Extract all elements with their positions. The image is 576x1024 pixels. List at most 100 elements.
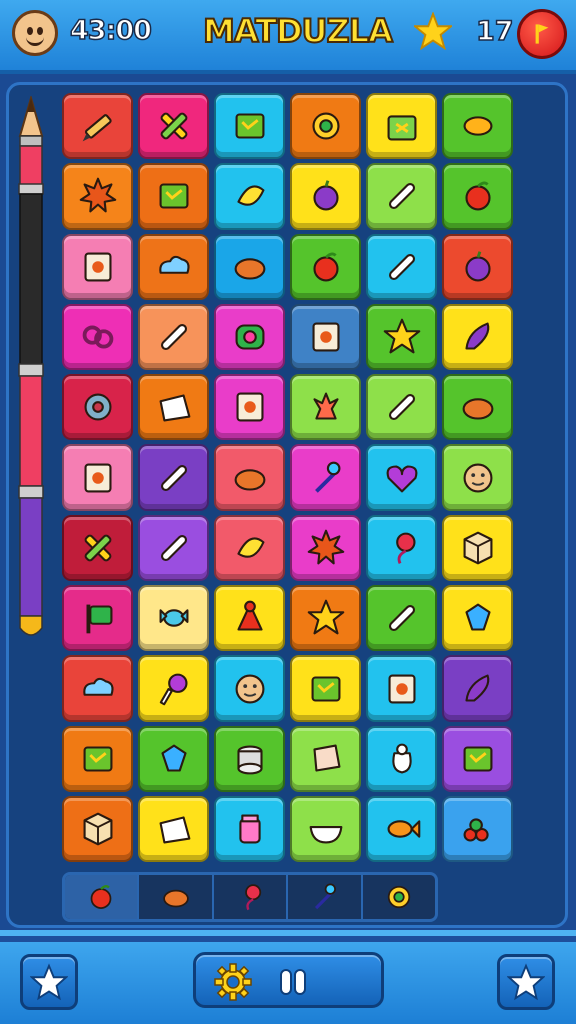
pencil-gauge-icon [18, 96, 44, 636]
tile[interactable] [62, 93, 133, 160]
flag-button[interactable] [517, 9, 567, 59]
tile[interactable] [138, 444, 209, 511]
balloon-icon [245, 884, 262, 911]
tile[interactable] [366, 444, 437, 511]
tile[interactable] [138, 303, 209, 371]
tile[interactable] [62, 374, 133, 441]
tile[interactable] [442, 93, 513, 160]
tray-slot[interactable] [139, 875, 214, 919]
tile[interactable] [214, 233, 285, 300]
tile[interactable] [442, 163, 513, 230]
tile[interactable] [214, 303, 285, 371]
tile[interactable] [62, 655, 133, 722]
tray-slot[interactable] [214, 875, 289, 919]
roll-icon [235, 324, 264, 350]
tile[interactable] [366, 725, 437, 792]
star-button-left[interactable] [20, 954, 78, 1010]
tile[interactable] [138, 93, 209, 160]
star-button-right[interactable] [497, 954, 555, 1010]
tile[interactable] [366, 514, 437, 582]
balloon-icon [395, 532, 416, 564]
burst-icon [307, 529, 344, 565]
tile[interactable] [442, 795, 513, 863]
tile[interactable] [290, 585, 361, 652]
cloud-icon [82, 677, 114, 696]
tray-slot[interactable] [65, 875, 140, 919]
tile[interactable] [138, 655, 209, 722]
tile[interactable] [62, 795, 133, 863]
tile[interactable] [62, 163, 133, 230]
coral-icon [312, 392, 339, 420]
tile[interactable] [442, 303, 513, 371]
card-icon [311, 322, 340, 352]
tile[interactable] [290, 725, 361, 792]
tile[interactable] [442, 725, 513, 792]
cube-icon [83, 812, 112, 846]
swirl-icon [387, 885, 410, 909]
tile[interactable] [214, 795, 285, 863]
tile[interactable] [62, 725, 133, 792]
tile[interactable] [442, 585, 513, 652]
tile[interactable] [214, 514, 285, 582]
tile[interactable] [290, 444, 361, 511]
tile[interactable] [214, 374, 285, 441]
tile[interactable] [138, 585, 209, 652]
tile[interactable] [290, 514, 361, 582]
tile[interactable] [290, 795, 361, 863]
star-icon [414, 12, 452, 50]
stack-icon [236, 745, 263, 775]
tile[interactable] [442, 655, 513, 722]
tile[interactable] [62, 514, 133, 582]
tile[interactable] [62, 233, 133, 300]
tile[interactable] [366, 655, 437, 722]
tile[interactable] [62, 444, 133, 511]
tile[interactable] [62, 303, 133, 371]
tray-slot[interactable] [288, 875, 363, 919]
plum-icon [312, 180, 339, 211]
tile[interactable] [366, 374, 437, 441]
tile[interactable] [442, 374, 513, 441]
tile[interactable] [290, 303, 361, 371]
tile[interactable] [214, 93, 285, 160]
tile[interactable] [366, 93, 437, 160]
tile[interactable] [366, 795, 437, 863]
tile[interactable] [366, 163, 437, 230]
tile[interactable] [138, 233, 209, 300]
tile[interactable] [366, 303, 437, 371]
tile[interactable] [290, 93, 361, 160]
tile[interactable] [138, 374, 209, 441]
tray-slot[interactable] [363, 875, 435, 919]
candy-icon [159, 609, 188, 627]
tile[interactable] [214, 655, 285, 722]
tile[interactable] [62, 585, 133, 652]
card-icon [83, 252, 112, 282]
tile[interactable] [214, 163, 285, 230]
pencil-icon [82, 114, 112, 142]
gear-icon[interactable] [213, 962, 253, 1002]
tile[interactable] [366, 585, 437, 652]
tile[interactable] [214, 725, 285, 792]
pause-icon[interactable] [278, 967, 308, 997]
berries-icon [463, 818, 489, 842]
star-icon [307, 599, 344, 635]
tile[interactable] [138, 514, 209, 582]
gift-icon [387, 115, 416, 141]
tile[interactable] [214, 444, 285, 511]
tile[interactable] [366, 233, 437, 300]
face-icon [235, 674, 264, 703]
tile[interactable] [442, 233, 513, 300]
tile[interactable] [290, 655, 361, 722]
tile[interactable] [138, 163, 209, 230]
box-icon [159, 183, 188, 209]
tile[interactable] [290, 374, 361, 441]
tile[interactable] [214, 585, 285, 652]
tile[interactable] [442, 514, 513, 582]
smiley-face-icon[interactable] [12, 10, 58, 56]
tile[interactable] [138, 725, 209, 792]
tile[interactable] [138, 795, 209, 863]
donut-icon [83, 393, 112, 421]
tile[interactable] [290, 233, 361, 300]
game-title: MATDUZLA [202, 11, 394, 51]
tile[interactable] [290, 163, 361, 230]
tile[interactable] [442, 444, 513, 511]
